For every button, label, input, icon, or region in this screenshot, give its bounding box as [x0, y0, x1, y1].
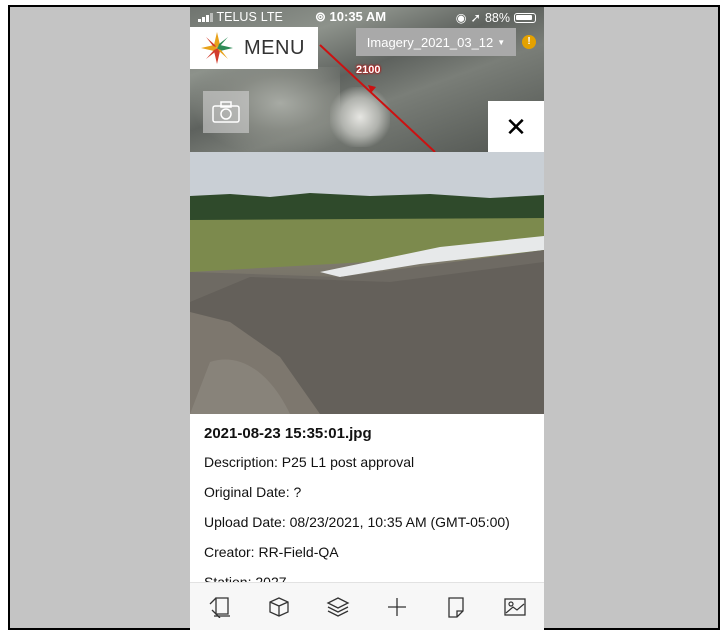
caret-down-icon: ▼ — [497, 37, 506, 47]
image-icon — [503, 598, 526, 616]
layers-icon — [326, 597, 349, 617]
status-right: ◉ ➚ 88% — [456, 10, 536, 25]
camera-button[interactable] — [203, 91, 249, 133]
app-logo-icon — [201, 32, 233, 64]
carrier-info: TELUS LTE — [198, 10, 283, 24]
measure-button[interactable] — [206, 593, 234, 621]
carrier-name: TELUS — [216, 10, 257, 24]
hotspot-icon: ⊚ — [315, 9, 326, 24]
crosshair-icon — [387, 598, 406, 616]
alarm-icon: ◉ — [455, 11, 467, 25]
photo-description: Description: P25 L1 post approval — [204, 454, 415, 470]
photo-upload-date: Upload Date: 08/23/2021, 10:35 AM (GMT-0… — [204, 514, 510, 530]
photo-original-date: Original Date: ? — [204, 484, 302, 500]
measure-icon — [209, 597, 230, 618]
status-bar: TELUS LTE ⊚ 10:35 AM ◉ ➚ 88% — [190, 7, 544, 27]
location-icon: ➚ — [470, 11, 481, 25]
status-time: ⊚ 10:35 AM — [315, 9, 386, 25]
bottom-toolbar — [190, 582, 544, 630]
note-icon — [447, 597, 464, 618]
close-icon: ✕ — [505, 112, 527, 142]
camera-icon — [212, 101, 240, 123]
photo-landscape — [190, 152, 544, 414]
warning-icon[interactable]: ! — [522, 35, 536, 49]
clock: 10:35 AM — [329, 9, 387, 24]
crosshair-button[interactable] — [383, 593, 411, 621]
battery-percent: 88% — [484, 10, 510, 25]
cube-icon — [268, 597, 289, 617]
photo-filename: 2021-08-23 15:35:01.jpg — [204, 425, 372, 442]
network-type: LTE — [260, 10, 283, 24]
station-marker-label: 2100 — [356, 64, 381, 76]
3d-view-button[interactable] — [265, 593, 293, 621]
menu-label: MENU — [244, 36, 305, 59]
close-button[interactable]: ✕ — [488, 101, 544, 154]
photo-creator: Creator: RR-Field-QA — [204, 544, 339, 560]
note-button[interactable] — [442, 593, 470, 621]
imagery-select[interactable]: Imagery_2021_03_12 ▼ — [356, 28, 516, 56]
phone-screen: 2100 TELUS LTE ⊚ 10:35 AM ◉ ➚ 88% MENU I… — [190, 7, 544, 630]
imagery-select-value: Imagery_2021_03_12 — [366, 34, 494, 50]
image-gallery-button[interactable] — [501, 593, 529, 621]
photo-details: 2021-08-23 15:35:01.jpg Description: P25… — [204, 425, 534, 604]
battery-icon — [514, 12, 536, 23]
layers-button[interactable] — [324, 593, 352, 621]
site-photo[interactable] — [190, 152, 544, 414]
signal-icon — [198, 12, 213, 22]
menu-button[interactable]: MENU — [190, 27, 318, 69]
